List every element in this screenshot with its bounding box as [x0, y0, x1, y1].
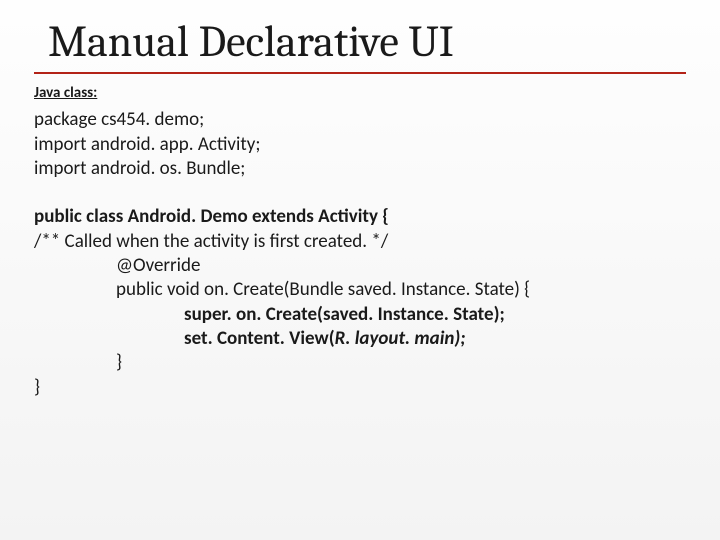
code-line-comment: /** Called when the activity is first cr… [34, 230, 686, 254]
title-underline [34, 72, 686, 74]
setcontent-arg: R. layout. main); [335, 327, 466, 350]
code-line-outer-brace: } [34, 376, 686, 400]
code-block-imports: package cs454. demo; import android. app… [34, 108, 686, 181]
slide-title: Manual Declarative UI [48, 18, 686, 66]
code-line-override: @Override [34, 254, 686, 278]
code-line-import-bundle: import android. os. Bundle; [34, 157, 686, 181]
section-label: Java class: [34, 84, 686, 102]
code-line-super-call: super. on. Create(saved. Instance. State… [34, 303, 686, 327]
code-line-method-sig: public void on. Create(Bundle saved. Ins… [34, 278, 686, 302]
code-block-class: public class Android. Demo extends Activ… [34, 205, 686, 400]
code-line-setcontent: set. Content. View(R. layout. main); [34, 327, 686, 351]
code-line-package: package cs454. demo; [34, 108, 686, 132]
code-line-class-decl: public class Android. Demo extends Activ… [34, 205, 686, 229]
code-line-inner-brace: } [34, 351, 686, 375]
code-line-import-activity: import android. app. Activity; [34, 133, 686, 157]
setcontent-prefix: set. Content. View( [184, 327, 335, 350]
slide-container: Manual Declarative UI Java class: packag… [0, 0, 720, 540]
